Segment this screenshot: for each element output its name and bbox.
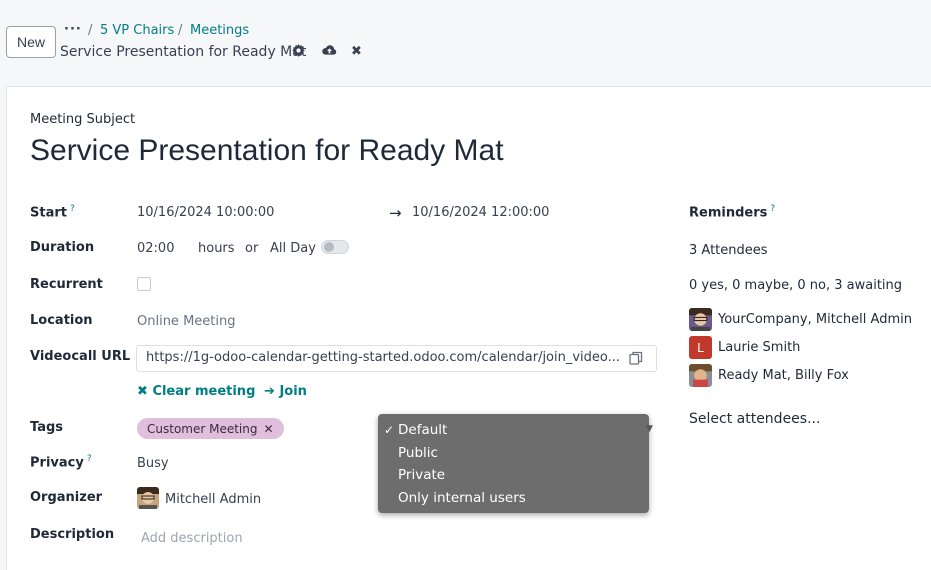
close-icon: ✖ <box>137 384 148 399</box>
description-input[interactable]: Add description <box>141 531 243 546</box>
privacy-option-default[interactable]: ✓ Default <box>378 419 649 442</box>
or-label: or <box>245 241 259 256</box>
privacy-label: Privacy? <box>30 454 92 471</box>
clear-meeting-link[interactable]: ✖ Clear meeting <box>137 384 255 399</box>
attendee-item: Ready Mat, Billy Fox <box>689 364 849 387</box>
toggle-knob <box>324 242 334 252</box>
avatar <box>137 487 159 509</box>
location-label: Location <box>30 313 93 328</box>
avatar: L <box>689 336 712 359</box>
duration-input[interactable]: 02:00 <box>137 241 174 256</box>
breadcrumb-separator: / <box>88 23 93 38</box>
reminders-label: Reminders? <box>689 204 776 221</box>
start-label: Start? <box>30 204 75 221</box>
tags-label: Tags <box>30 420 64 435</box>
organizer-value[interactable]: Mitchell Admin <box>165 492 261 507</box>
subject-label: Meeting Subject <box>30 112 136 127</box>
recurrent-label: Recurrent <box>30 277 103 292</box>
all-day-label: All Day <box>270 241 316 256</box>
videocall-url-input[interactable]: https://1g-odoo-calendar-getting-started… <box>136 345 657 372</box>
recurrent-checkbox[interactable] <box>137 277 151 291</box>
copy-icon[interactable] <box>629 350 645 366</box>
subject-input[interactable]: Service Presentation for Ready Mat <box>30 134 504 168</box>
new-button[interactable]: New <box>6 26 56 58</box>
privacy-option-internal[interactable]: Only internal users <box>378 487 649 510</box>
breadcrumb-vp-chairs[interactable]: 5 VP Chairs <box>100 23 174 38</box>
breadcrumb-separator: / <box>178 23 183 38</box>
avatar <box>689 364 712 387</box>
privacy-option-public[interactable]: Public <box>378 442 649 465</box>
help-icon[interactable]: ? <box>770 204 775 214</box>
attendee-item: YourCompany, Mitchell Admin <box>689 308 912 331</box>
privacy-value[interactable]: Busy <box>137 456 169 471</box>
tag-remove-icon[interactable]: ✕ <box>263 422 273 436</box>
description-label: Description <box>30 527 115 542</box>
discard-icon[interactable]: ✖ <box>351 44 362 59</box>
record-name: Service Presentation for Ready Mat <box>60 44 307 60</box>
duration-label: Duration <box>30 240 95 255</box>
tag-customer-meeting: Customer Meeting ✕ <box>137 418 284 439</box>
attendee-name: Ready Mat, Billy Fox <box>718 368 849 383</box>
select-attendees-input[interactable]: Select attendees... <box>689 411 820 427</box>
attendee-count: 3 Attendees <box>689 243 768 258</box>
avatar <box>689 308 712 331</box>
hours-label: hours <box>198 241 235 256</box>
start-date-input[interactable]: 10/16/2024 10:00:00 <box>137 205 274 220</box>
help-icon[interactable]: ? <box>87 454 92 464</box>
attendee-name: YourCompany, Mitchell Admin <box>718 312 912 327</box>
location-input[interactable]: Online Meeting <box>137 314 235 329</box>
help-icon[interactable]: ? <box>70 204 75 214</box>
videocall-label: Videocall URL <box>30 349 131 364</box>
cloud-upload-icon[interactable] <box>322 44 337 57</box>
attendee-status: 0 yes, 0 maybe, 0 no, 3 awaiting <box>689 278 903 293</box>
breadcrumb-meetings[interactable]: Meetings <box>190 23 249 38</box>
gear-icon[interactable] <box>292 44 305 57</box>
chevron-down-icon[interactable]: ▼ <box>646 424 653 434</box>
privacy-dropdown-menu: ✓ Default Public Private Only internal us… <box>378 414 649 513</box>
attendee-name: Laurie Smith <box>718 340 801 355</box>
organizer-label: Organizer <box>30 490 103 505</box>
attendee-item: L Laurie Smith <box>689 336 800 359</box>
arrow-right-icon: → <box>389 204 402 222</box>
check-icon: ✓ <box>384 423 395 437</box>
breadcrumb-more[interactable]: ··· <box>64 22 82 37</box>
stop-date-input[interactable]: 10/16/2024 12:00:00 <box>412 205 549 220</box>
arrow-right-icon: ➔ <box>264 384 275 399</box>
privacy-option-private[interactable]: Private <box>378 464 649 487</box>
all-day-toggle[interactable] <box>321 240 349 254</box>
join-link[interactable]: ➔ Join <box>264 384 307 399</box>
